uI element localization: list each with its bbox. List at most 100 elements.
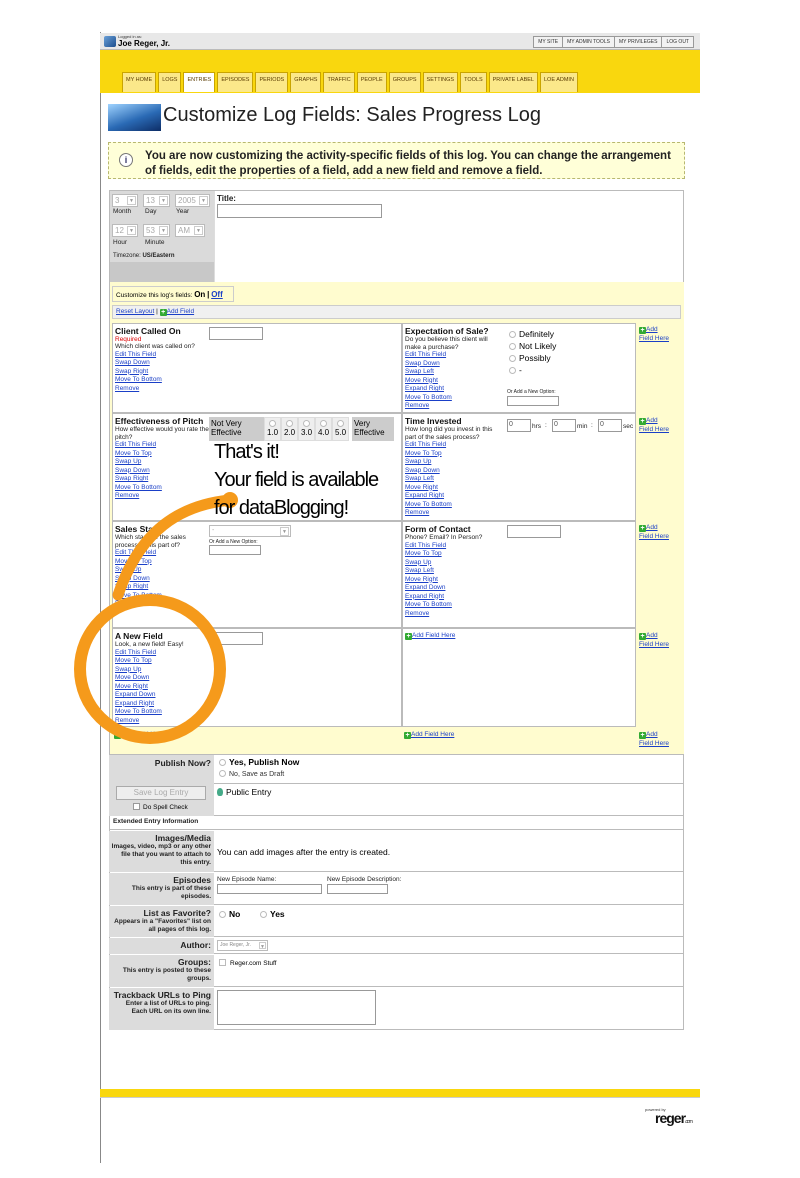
publish-yes-option[interactable]: Yes, Publish Now: [219, 757, 299, 767]
edit-field-link[interactable]: Edit This Field: [405, 542, 503, 551]
timezone-label: Timezone: US/Eastern: [113, 253, 175, 259]
add-field-here-side[interactable]: +Add Field Here: [639, 325, 669, 343]
move-to-bottom-link[interactable]: Move To Bottom: [405, 501, 503, 510]
swap-left-link[interactable]: Swap Left: [405, 567, 503, 576]
hours-input[interactable]: 0: [507, 419, 531, 432]
move-right-link[interactable]: Move Right: [405, 377, 503, 386]
year-select[interactable]: 2005 ▼: [175, 194, 210, 207]
move-to-top-link[interactable]: Move To Top: [405, 550, 503, 559]
expand-right-link[interactable]: Expand Right: [405, 593, 503, 602]
favorite-no-option[interactable]: No: [219, 909, 240, 919]
swap-right-link[interactable]: Swap Right: [115, 368, 210, 377]
add-field-here-bottom-right[interactable]: +Add Field Here: [639, 730, 669, 748]
remove-link[interactable]: Remove: [405, 402, 503, 411]
move-to-bottom-link[interactable]: Move To Bottom: [115, 376, 210, 385]
log-out-link[interactable]: LOG OUT: [662, 37, 693, 47]
tab-my-home[interactable]: MY HOME: [122, 72, 157, 92]
tab-episodes[interactable]: EPISODES: [217, 72, 254, 92]
author-select[interactable]: Joe Reger, Jr. ▼: [217, 940, 268, 951]
edit-field-link[interactable]: Edit This Field: [405, 441, 503, 450]
edit-field-link[interactable]: Edit This Field: [115, 441, 210, 450]
swap-up-link[interactable]: Swap Up: [405, 458, 503, 467]
customize-on[interactable]: On: [194, 290, 205, 299]
swap-up-link[interactable]: Swap Up: [405, 559, 503, 568]
tab-periods[interactable]: PERIODS: [255, 72, 289, 92]
episode-name-input[interactable]: [217, 884, 322, 894]
add-field-here-link[interactable]: +Add Field Here: [405, 631, 455, 640]
option-possibly[interactable]: Possibly: [509, 352, 556, 364]
expand-right-link[interactable]: Expand Right: [405, 385, 503, 394]
edit-field-link[interactable]: Edit This Field: [115, 351, 210, 360]
remove-link[interactable]: Remove: [115, 385, 210, 394]
footer-line: [100, 1097, 700, 1098]
favorite-yes-option[interactable]: Yes: [260, 909, 285, 919]
day-label: Day: [145, 208, 157, 215]
reset-bar: Reset Layout | +Add Field: [112, 305, 681, 319]
month-label: Month: [113, 208, 132, 215]
tab-tools[interactable]: TOOLS: [460, 72, 487, 92]
ampm-select[interactable]: AM ▼: [175, 224, 205, 237]
trackback-textarea[interactable]: [217, 990, 376, 1025]
client-input[interactable]: [209, 327, 263, 340]
page-title: Customize Log Fields: Sales Progress Log: [163, 104, 541, 126]
option-not-likely[interactable]: Not Likely: [509, 340, 556, 352]
save-log-entry-button[interactable]: Save Log Entry: [116, 786, 206, 800]
swap-down-link[interactable]: Swap Down: [405, 467, 503, 476]
swap-down-link[interactable]: Swap Down: [405, 360, 503, 369]
remove-link[interactable]: Remove: [405, 509, 503, 518]
move-to-bottom-link[interactable]: Move To Bottom: [405, 394, 503, 403]
move-to-top-link[interactable]: Move To Top: [115, 450, 210, 459]
my-site-link[interactable]: MY SITE: [534, 37, 564, 47]
seconds-input[interactable]: 0: [598, 419, 622, 432]
tab-people[interactable]: PEOPLE: [356, 72, 387, 92]
tab-groups[interactable]: GROUPS: [388, 72, 421, 92]
move-to-bottom-link[interactable]: Move To Bottom: [405, 601, 503, 610]
minute-select[interactable]: 53 ▼: [143, 224, 170, 237]
episode-desc-input[interactable]: [327, 884, 388, 894]
my-privileges-link[interactable]: MY PRIVILEGES: [615, 37, 663, 47]
groups-desc: This entry is posted to these groups.: [122, 967, 211, 982]
author-label: Author:: [180, 940, 211, 950]
add-field-here-side[interactable]: +Add Field Here: [639, 416, 669, 434]
hour-select[interactable]: 12 ▼: [112, 224, 138, 237]
expand-down-link[interactable]: Expand Down: [405, 584, 503, 593]
tab-logs[interactable]: LOGS: [158, 72, 182, 92]
my-admin-tools-link[interactable]: MY ADMIN TOOLS: [563, 37, 615, 47]
expand-right-link[interactable]: Expand Right: [405, 492, 503, 501]
option-dash[interactable]: -: [509, 364, 556, 376]
main-tabs: MY HOME LOGS ENTRIES EPISODES PERIODS GR…: [122, 72, 580, 92]
customize-off-link[interactable]: Off: [211, 290, 223, 299]
episodes-label: Episodes: [173, 875, 211, 885]
tab-graphs[interactable]: GRAPHS: [290, 72, 322, 92]
tab-loe-admin[interactable]: LOE ADMIN: [539, 72, 578, 92]
edit-field-link[interactable]: Edit This Field: [405, 351, 503, 360]
swap-left-link[interactable]: Swap Left: [405, 368, 503, 377]
move-right-link[interactable]: Move Right: [405, 576, 503, 585]
add-field-here-side[interactable]: +Add Field Here: [639, 523, 669, 541]
day-select[interactable]: 13 ▼: [143, 194, 170, 207]
tab-private-label[interactable]: PRIVATE LABEL: [488, 72, 538, 92]
swap-down-link[interactable]: Swap Down: [115, 359, 210, 368]
minute-label: Minute: [145, 239, 165, 246]
add-field-link[interactable]: Add Field: [167, 308, 194, 315]
tab-traffic[interactable]: TRAFFIC: [323, 72, 355, 92]
group-option[interactable]: Reger.com Stuff: [219, 959, 277, 967]
add-option-input[interactable]: [507, 396, 559, 406]
add-field-here-bottom-mid[interactable]: +Add Field Here: [404, 730, 454, 739]
tab-settings[interactable]: SETTINGS: [422, 72, 459, 92]
extended-row: Extended Entry Information: [109, 816, 684, 830]
publish-no-option[interactable]: No, Save as Draft: [219, 770, 284, 778]
tab-entries[interactable]: ENTRIES: [183, 72, 216, 92]
move-to-top-link[interactable]: Move To Top: [405, 450, 503, 459]
minutes-input[interactable]: 0: [552, 419, 576, 432]
spell-check-option[interactable]: Do Spell Check: [133, 803, 188, 811]
swap-left-link[interactable]: Swap Left: [405, 475, 503, 484]
reset-layout-link[interactable]: Reset Layout: [116, 308, 154, 315]
annotation-line-1: That's it!: [214, 441, 280, 463]
move-right-link[interactable]: Move Right: [405, 484, 503, 493]
add-field-here-side[interactable]: +Add Field Here: [639, 631, 669, 649]
month-select[interactable]: 3 ▼: [112, 194, 138, 207]
remove-link[interactable]: Remove: [405, 610, 503, 619]
option-definitely[interactable]: Definitely: [509, 328, 556, 340]
contact-input[interactable]: [507, 525, 561, 538]
